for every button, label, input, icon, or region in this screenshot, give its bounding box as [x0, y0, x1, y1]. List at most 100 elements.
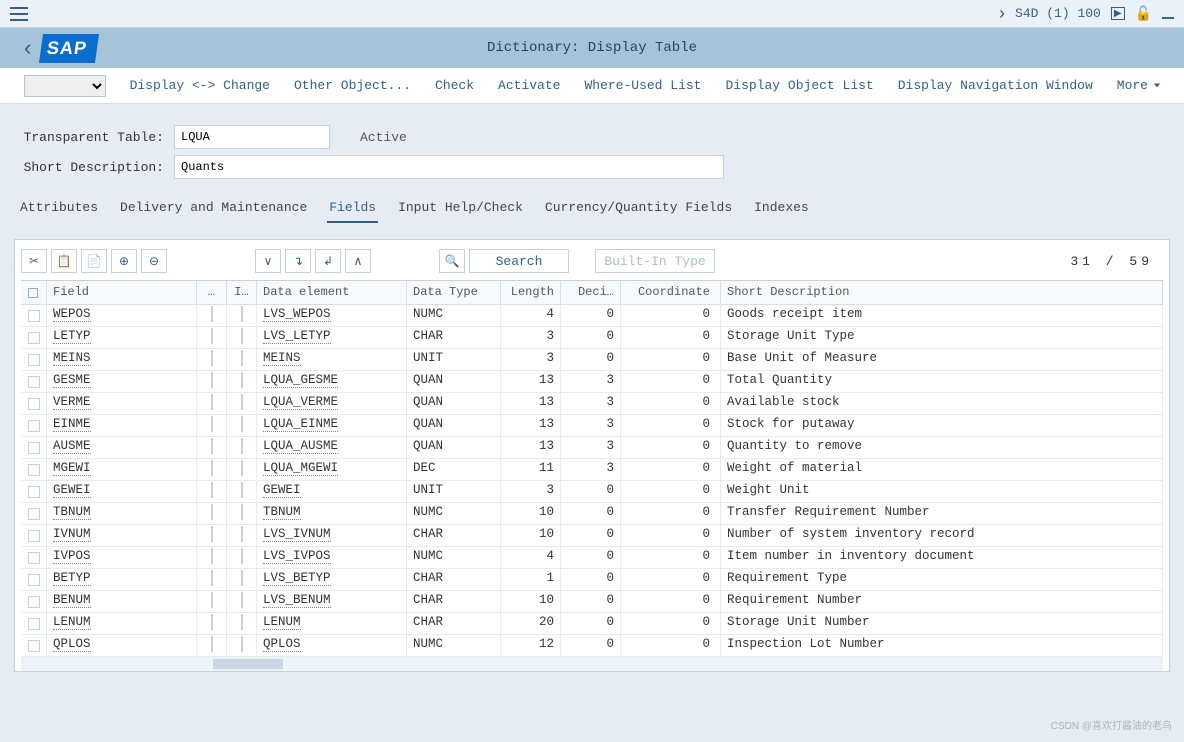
- initial-checkbox[interactable]: [241, 526, 243, 542]
- table-row[interactable]: MGEWILQUA_MGEWIDEC1130Weight of material: [21, 459, 1163, 481]
- col-init[interactable]: I…: [227, 281, 257, 304]
- data-element-link[interactable]: LVS_BENUM: [263, 593, 331, 608]
- initial-checkbox[interactable]: [241, 482, 243, 498]
- tab-indexes[interactable]: Indexes: [752, 196, 811, 223]
- data-element-link[interactable]: GEWEI: [263, 483, 301, 498]
- initial-checkbox[interactable]: [241, 306, 243, 322]
- paste-icon[interactable]: 📄: [81, 249, 107, 273]
- key-checkbox[interactable]: [211, 306, 213, 322]
- collapse-all-icon[interactable]: ∧: [345, 249, 371, 273]
- data-element-link[interactable]: LQUA_GESME: [263, 373, 338, 388]
- data-element-link[interactable]: LQUA_AUSME: [263, 439, 338, 454]
- field-name-link[interactable]: BENUM: [53, 593, 91, 608]
- field-name-link[interactable]: AUSME: [53, 439, 91, 454]
- check-button[interactable]: Check: [435, 78, 474, 93]
- table-row[interactable]: MEINSMEINSUNIT300Base Unit of Measure: [21, 349, 1163, 371]
- table-row[interactable]: LETYPLVS_LETYPCHAR300Storage Unit Type: [21, 327, 1163, 349]
- row-select-checkbox[interactable]: [28, 530, 40, 542]
- row-select-checkbox[interactable]: [28, 618, 40, 630]
- field-name-link[interactable]: LETYP: [53, 329, 91, 344]
- key-checkbox[interactable]: [211, 526, 213, 542]
- delete-row-icon[interactable]: ⊖: [141, 249, 167, 273]
- key-checkbox[interactable]: [211, 570, 213, 586]
- short-description-input[interactable]: [174, 155, 724, 179]
- minimize-icon[interactable]: [1162, 17, 1174, 19]
- insert-row-icon[interactable]: ⊕: [111, 249, 137, 273]
- data-element-link[interactable]: LVS_IVPOS: [263, 549, 331, 564]
- initial-checkbox[interactable]: [241, 570, 243, 586]
- display-nav-window-button[interactable]: Display Navigation Window: [898, 78, 1093, 93]
- initial-checkbox[interactable]: [241, 328, 243, 344]
- initial-checkbox[interactable]: [241, 614, 243, 630]
- play-icon[interactable]: ▶: [1111, 7, 1125, 20]
- table-row[interactable]: EINMELQUA_EINMEQUAN1330Stock for putaway: [21, 415, 1163, 437]
- data-element-link[interactable]: LENUM: [263, 615, 301, 630]
- field-name-link[interactable]: QPLOS: [53, 637, 91, 652]
- key-checkbox[interactable]: [211, 592, 213, 608]
- key-checkbox[interactable]: [211, 614, 213, 630]
- initial-checkbox[interactable]: [241, 372, 243, 388]
- table-row[interactable]: BETYPLVS_BETYPCHAR100Requirement Type: [21, 569, 1163, 591]
- col-length[interactable]: Length: [501, 281, 561, 304]
- key-checkbox[interactable]: [211, 504, 213, 520]
- field-name-link[interactable]: GESME: [53, 373, 91, 388]
- data-element-link[interactable]: LQUA_MGEWI: [263, 461, 338, 476]
- find-icon[interactable]: 🔍: [439, 249, 465, 273]
- key-checkbox[interactable]: [211, 482, 213, 498]
- data-element-link[interactable]: QPLOS: [263, 637, 301, 652]
- tab-attributes[interactable]: Attributes: [18, 196, 100, 223]
- initial-checkbox[interactable]: [241, 548, 243, 564]
- col-field[interactable]: Field: [47, 281, 197, 304]
- field-name-link[interactable]: WEPOS: [53, 307, 91, 322]
- activate-button[interactable]: Activate: [498, 78, 560, 93]
- row-select-checkbox[interactable]: [28, 442, 40, 454]
- key-checkbox[interactable]: [211, 548, 213, 564]
- key-checkbox[interactable]: [211, 416, 213, 432]
- cut-icon[interactable]: ✂: [21, 249, 47, 273]
- table-row[interactable]: WEPOSLVS_WEPOSNUMC400Goods receipt item: [21, 305, 1163, 327]
- field-name-link[interactable]: IVNUM: [53, 527, 91, 542]
- table-row[interactable]: GEWEIGEWEIUNIT300Weight Unit: [21, 481, 1163, 503]
- table-row[interactable]: TBNUMTBNUMNUMC1000Transfer Requirement N…: [21, 503, 1163, 525]
- field-name-link[interactable]: TBNUM: [53, 505, 91, 520]
- initial-checkbox[interactable]: [241, 592, 243, 608]
- table-row[interactable]: QPLOSQPLOSNUMC1200Inspection Lot Number: [21, 635, 1163, 657]
- table-row[interactable]: IVNUMLVS_IVNUMCHAR1000Number of system i…: [21, 525, 1163, 547]
- continue-icon[interactable]: ›: [999, 3, 1005, 24]
- row-select-checkbox[interactable]: [28, 310, 40, 322]
- initial-checkbox[interactable]: [241, 416, 243, 432]
- key-checkbox[interactable]: [211, 328, 213, 344]
- data-element-link[interactable]: LVS_BETYP: [263, 571, 331, 586]
- initial-checkbox[interactable]: [241, 350, 243, 366]
- initial-checkbox[interactable]: [241, 504, 243, 520]
- where-used-button[interactable]: Where-Used List: [584, 78, 701, 93]
- data-element-link[interactable]: LVS_IVNUM: [263, 527, 331, 542]
- initial-checkbox[interactable]: [241, 394, 243, 410]
- collapse-inc-icon[interactable]: ↲: [315, 249, 341, 273]
- row-select-checkbox[interactable]: [28, 508, 40, 520]
- row-select-checkbox[interactable]: [28, 486, 40, 498]
- tab-delivery[interactable]: Delivery and Maintenance: [118, 196, 309, 223]
- col-key[interactable]: …: [197, 281, 227, 304]
- select-all-icon[interactable]: [28, 288, 38, 298]
- key-checkbox[interactable]: [211, 394, 213, 410]
- row-select-checkbox[interactable]: [28, 464, 40, 476]
- tab-input-help[interactable]: Input Help/Check: [396, 196, 525, 223]
- field-name-link[interactable]: EINME: [53, 417, 91, 432]
- horizontal-scrollbar[interactable]: [21, 657, 1163, 671]
- back-icon[interactable]: ‹: [14, 31, 41, 65]
- other-object-button[interactable]: Other Object...: [294, 78, 411, 93]
- col-coordinate[interactable]: Coordinate: [621, 281, 721, 304]
- expand-inc-icon[interactable]: ↴: [285, 249, 311, 273]
- data-element-link[interactable]: LQUA_EINME: [263, 417, 338, 432]
- row-select-checkbox[interactable]: [28, 574, 40, 586]
- data-element-link[interactable]: LVS_LETYP: [263, 329, 331, 344]
- col-decimals[interactable]: Deci…: [561, 281, 621, 304]
- expand-all-icon[interactable]: ∨: [255, 249, 281, 273]
- col-data-type[interactable]: Data Type: [407, 281, 501, 304]
- field-name-link[interactable]: MGEWI: [53, 461, 91, 476]
- more-menu[interactable]: More: [1117, 78, 1160, 93]
- table-row[interactable]: BENUMLVS_BENUMCHAR1000Requirement Number: [21, 591, 1163, 613]
- copy-icon[interactable]: 📋: [51, 249, 77, 273]
- key-checkbox[interactable]: [211, 636, 213, 652]
